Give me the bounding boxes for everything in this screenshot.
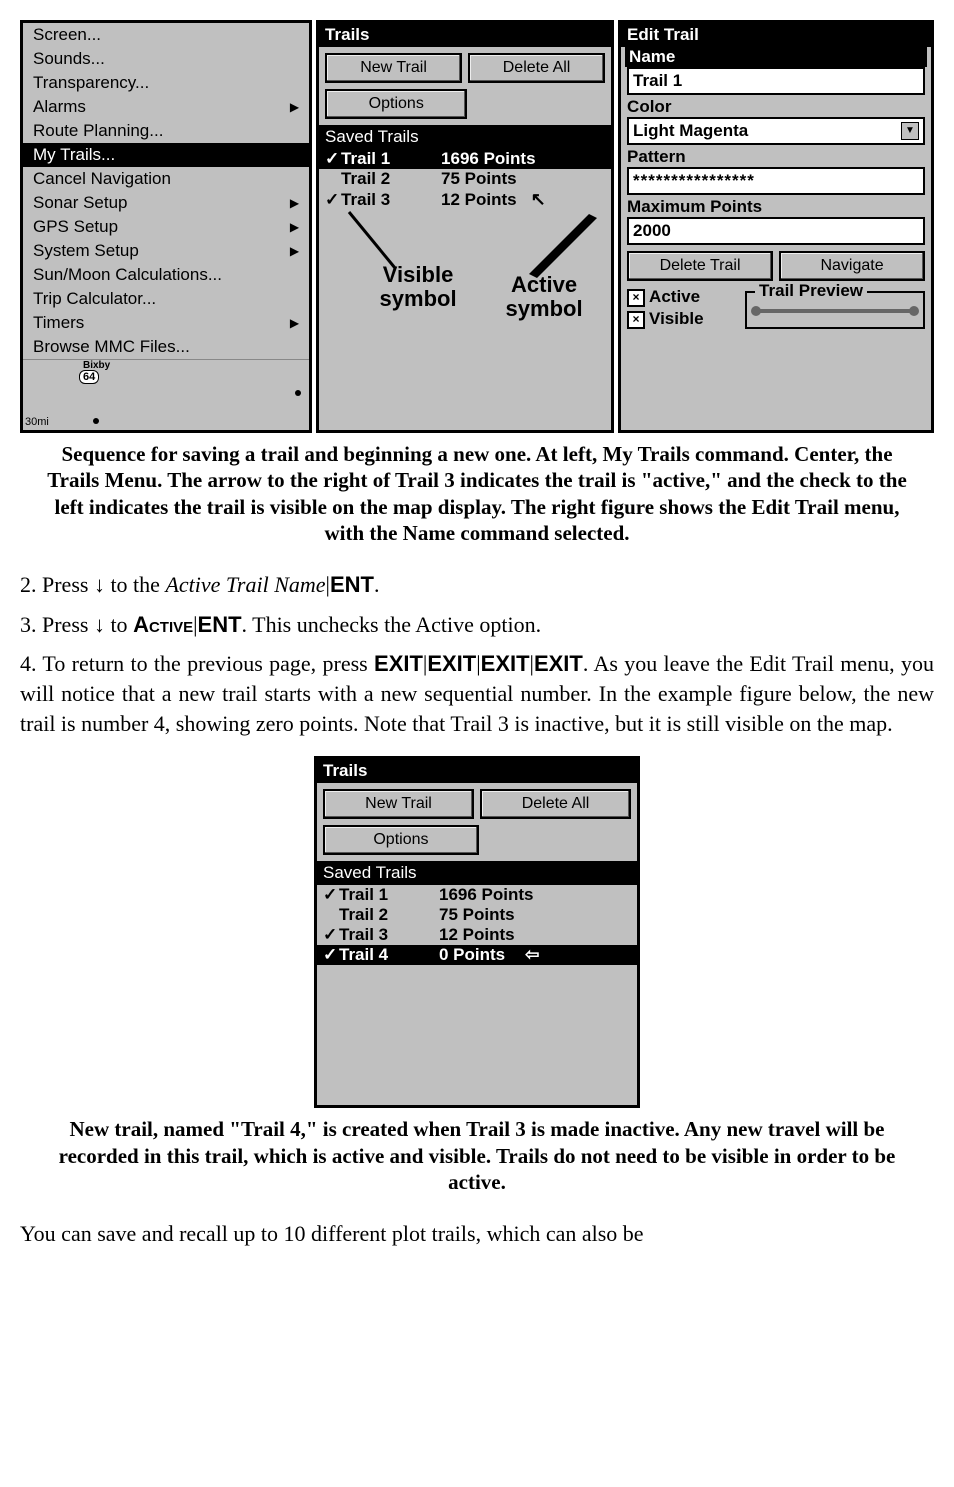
check-icon: ✓	[323, 945, 339, 965]
active-checkbox[interactable]: ×Active	[627, 287, 737, 307]
dropdown-arrow-icon: ▼	[901, 122, 919, 140]
figure-2: Trails New Trail Delete All Options Save…	[20, 756, 934, 1108]
trail-points: 12 Points	[439, 925, 515, 945]
color-label: Color	[627, 97, 925, 117]
trail-row[interactable]: Trail 2 75 Points	[317, 905, 637, 925]
menu-system-setup[interactable]: System Setup▶	[23, 239, 309, 263]
menu-transparency[interactable]: Transparency...	[23, 71, 309, 95]
step-4-paragraph: 4. To return to the previous page, press…	[20, 649, 934, 738]
color-select[interactable]: Light Magenta ▼	[627, 117, 925, 145]
closing-paragraph: You can save and recall up to 10 differe…	[20, 1219, 934, 1249]
trail-name: Trail 3	[341, 190, 441, 210]
trail-row-selected[interactable]: ✓ Trail 4 0 Points ⇦	[317, 945, 637, 965]
menu-my-trails[interactable]: My Trails...	[23, 143, 309, 167]
map-cursor-dot-icon	[295, 390, 301, 396]
check-icon: ✓	[323, 885, 339, 905]
trail-points: 75 Points	[441, 169, 517, 189]
map-preview: Bixby 64 30mi	[23, 359, 309, 430]
saved-trails-header: Saved Trails	[319, 125, 611, 149]
map-highway-badge: 64	[79, 370, 99, 384]
submenu-arrow-icon: ▶	[290, 220, 299, 234]
new-trail-button-2[interactable]: New Trail	[323, 789, 474, 819]
step-3-text: 3. Press ↓ to Active|ENT. This unchecks …	[20, 610, 934, 640]
submenu-arrow-icon: ▶	[290, 100, 299, 114]
menu-cancel-navigation[interactable]: Cancel Navigation	[23, 167, 309, 191]
menu-sonar-setup[interactable]: Sonar Setup▶	[23, 191, 309, 215]
delete-all-button-2[interactable]: Delete All	[480, 789, 631, 819]
submenu-arrow-icon: ▶	[290, 316, 299, 330]
trails-title: Trails	[319, 23, 611, 47]
figure-row-1: Screen... Sounds... Transparency... Alar…	[20, 20, 934, 433]
figure1-caption: Sequence for saving a trail and beginnin…	[40, 441, 914, 546]
trail-points: 1696 Points	[439, 885, 534, 905]
trail-points: 1696 Points	[441, 149, 536, 169]
trail-name: Trail 2	[339, 905, 439, 925]
new-trail-button[interactable]: New Trail	[325, 53, 462, 83]
map-point-icon	[93, 418, 99, 424]
pattern-label: Pattern	[627, 147, 925, 167]
name-field[interactable]: Trail 1	[627, 67, 925, 95]
trail-name: Trail 1	[339, 885, 439, 905]
max-points-label: Maximum Points	[627, 197, 925, 217]
check-icon: ✓	[325, 149, 341, 169]
trail-points: 0 Points	[439, 945, 505, 965]
name-label: Name	[625, 47, 927, 67]
options-button-2[interactable]: Options	[323, 825, 479, 855]
active-trail-arrow-icon: ⇦	[525, 945, 539, 965]
menu-trip-calculator[interactable]: Trip Calculator...	[23, 287, 309, 311]
edit-trail-panel: Edit Trail Name Trail 1 Color Light Mage…	[618, 20, 934, 433]
check-icon: ✓	[323, 925, 339, 945]
color-value: Light Magenta	[633, 121, 748, 141]
trails-panel-2: Trails New Trail Delete All Options Save…	[314, 756, 640, 1108]
edit-trail-title: Edit Trail	[621, 23, 931, 47]
trail-row-3[interactable]: ✓ Trail 3 12 Points ↖	[319, 189, 611, 210]
step-2-text: 2. Press ↓ to the Active Trail Name|ENT.	[20, 570, 934, 600]
trail-name: Trail 4	[339, 945, 439, 965]
trail-row-2[interactable]: Trail 2 75 Points	[319, 169, 611, 189]
trail-row[interactable]: ✓ Trail 3 12 Points	[317, 925, 637, 945]
trail-row[interactable]: ✓ Trail 1 1696 Points	[317, 885, 637, 905]
pattern-field[interactable]: ****************	[627, 167, 925, 195]
checkbox-checked-icon: ×	[627, 311, 645, 329]
trail-points: 75 Points	[439, 905, 515, 925]
trail-preview-label: Trail Preview	[755, 281, 867, 301]
menu-gps-setup[interactable]: GPS Setup▶	[23, 215, 309, 239]
delete-trail-button[interactable]: Delete Trail	[627, 251, 773, 281]
menu-timers[interactable]: Timers▶	[23, 311, 309, 335]
submenu-arrow-icon: ▶	[290, 244, 299, 258]
figure2-caption: New trail, named "Trail 4," is created w…	[40, 1116, 914, 1195]
options-button[interactable]: Options	[325, 89, 467, 119]
menu-browse-mmc[interactable]: Browse MMC Files...	[23, 335, 309, 359]
trails-title-2: Trails	[317, 759, 637, 783]
trail-name: Trail 2	[341, 169, 441, 189]
max-points-field[interactable]: 2000	[627, 217, 925, 245]
trails-panel: Trails New Trail Delete All Options Save…	[316, 20, 614, 433]
delete-all-button[interactable]: Delete All	[468, 53, 605, 83]
active-trail-arrow-icon: ↖	[531, 189, 546, 210]
navigate-button[interactable]: Navigate	[779, 251, 925, 281]
visible-checkbox[interactable]: ×Visible	[627, 309, 737, 329]
trail-preview-line-icon	[755, 309, 915, 313]
trail-preview-group: Trail Preview	[745, 291, 925, 329]
map-scale-label: 30mi	[25, 416, 49, 428]
trail-name: Trail 3	[339, 925, 439, 945]
menu-panel: Screen... Sounds... Transparency... Alar…	[20, 20, 312, 433]
menu-route-planning[interactable]: Route Planning...	[23, 119, 309, 143]
visible-checkbox-label: Visible	[649, 309, 704, 328]
submenu-arrow-icon: ▶	[290, 196, 299, 210]
trail-row-1[interactable]: ✓ Trail 1 1696 Points	[319, 149, 611, 169]
menu-screen[interactable]: Screen...	[23, 23, 309, 47]
check-icon: ✓	[325, 190, 341, 210]
menu-sounds[interactable]: Sounds...	[23, 47, 309, 71]
checkbox-checked-icon: ×	[627, 289, 645, 307]
menu-sun-moon[interactable]: Sun/Moon Calculations...	[23, 263, 309, 287]
trail-name: Trail 1	[341, 149, 441, 169]
saved-trails-header-2: Saved Trails	[317, 861, 637, 885]
trail-points: 12 Points	[441, 190, 517, 210]
menu-alarms[interactable]: Alarms▶	[23, 95, 309, 119]
active-checkbox-label: Active	[649, 287, 700, 306]
